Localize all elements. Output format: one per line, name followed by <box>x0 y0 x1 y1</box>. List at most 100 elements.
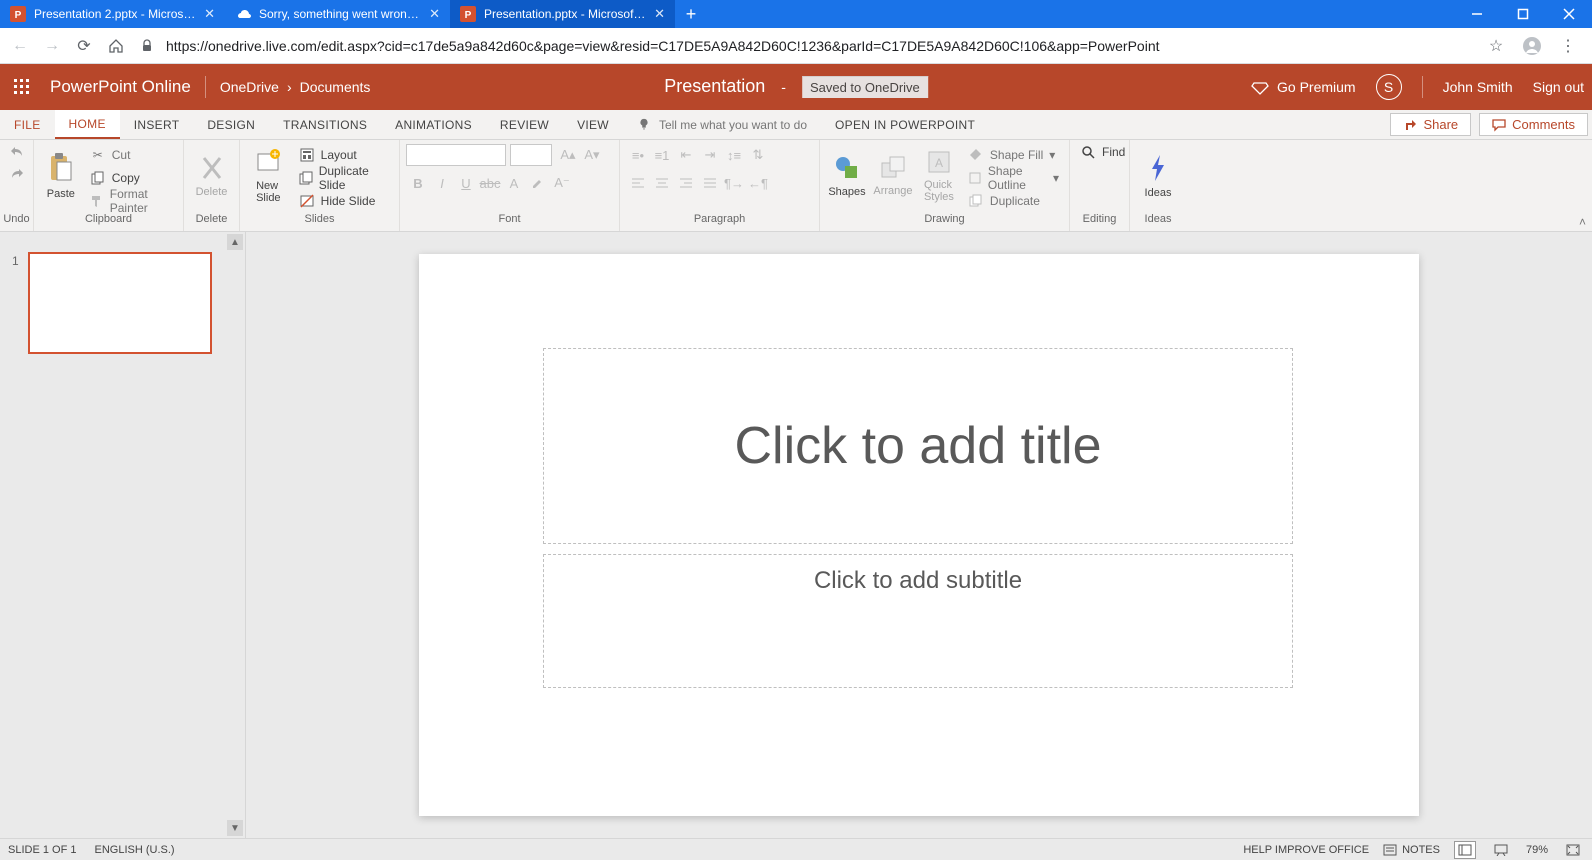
language-button[interactable]: ENGLISH (U.S.) <box>94 844 174 856</box>
align-right-button[interactable] <box>674 172 698 194</box>
back-button[interactable]: ← <box>6 32 34 60</box>
hide-slide-button[interactable]: Hide Slide <box>295 190 393 211</box>
tell-me-search[interactable]: Tell me what you want to do <box>623 110 821 139</box>
shape-outline-button[interactable]: Shape Outline ▾ <box>964 167 1063 188</box>
skype-button[interactable]: S <box>1376 74 1402 100</box>
subtitle-placeholder[interactable]: Click to add subtitle <box>543 554 1293 688</box>
duplicate-slide-button[interactable]: Duplicate Slide <box>295 167 393 188</box>
quick-styles-button[interactable]: A Quick Styles <box>918 144 960 208</box>
tab-animations[interactable]: ANIMATIONS <box>381 110 486 139</box>
help-improve-button[interactable]: HELP IMPROVE OFFICE <box>1243 844 1369 856</box>
ideas-button[interactable]: Ideas <box>1136 144 1180 208</box>
redo-button[interactable] <box>9 166 25 182</box>
app-launcher-button[interactable] <box>8 73 36 101</box>
decrease-indent-button[interactable]: ⇤ <box>674 144 698 166</box>
line-spacing-button[interactable]: ↕≡ <box>722 144 746 166</box>
slide-thumbnail-pane[interactable]: ▲ 1 ▼ <box>0 232 246 838</box>
separator <box>1422 76 1423 98</box>
tab-home[interactable]: HOME <box>55 110 120 139</box>
zoom-level[interactable]: 79% <box>1526 844 1548 856</box>
strikethrough-button[interactable]: abc <box>478 172 502 194</box>
breadcrumb-leaf[interactable]: Documents <box>300 79 371 95</box>
doc-name[interactable]: Presentation <box>664 76 765 97</box>
slide-thumbnail-1[interactable]: 1 <box>28 252 212 354</box>
delete-button[interactable]: Delete <box>190 144 233 208</box>
tab-file[interactable]: FILE <box>0 110 55 139</box>
tab-view[interactable]: VIEW <box>563 110 623 139</box>
go-premium-button[interactable]: Go Premium <box>1251 78 1356 96</box>
align-left-button[interactable] <box>626 172 650 194</box>
tab-label: Presentation 2.pptx - Microsoft P <box>34 7 196 21</box>
paste-button[interactable]: Paste <box>40 144 82 208</box>
justify-button[interactable] <box>698 172 722 194</box>
home-button[interactable] <box>102 32 130 60</box>
highlight-button[interactable] <box>526 172 550 194</box>
collapse-ribbon-button[interactable]: ˄ <box>1579 215 1586 229</box>
font-size-select[interactable] <box>510 144 552 166</box>
scroll-up-button[interactable]: ▲ <box>227 234 243 250</box>
underline-button[interactable]: U <box>454 172 478 194</box>
font-family-select[interactable] <box>406 144 506 166</box>
maximize-button[interactable] <box>1500 0 1546 28</box>
menu-button[interactable]: ⋮ <box>1554 32 1582 60</box>
layout-button[interactable]: Layout <box>295 144 393 165</box>
slideshow-view-button[interactable] <box>1490 841 1512 859</box>
cut-button[interactable]: ✂Cut <box>86 144 177 165</box>
close-icon[interactable]: ✕ <box>429 6 440 22</box>
copy-button[interactable]: Copy <box>86 167 177 188</box>
share-button[interactable]: Share <box>1390 113 1471 136</box>
text-direction-button[interactable]: ⇅ <box>746 144 770 166</box>
shape-fill-button[interactable]: Shape Fill ▾ <box>964 144 1063 165</box>
chevron-right-icon: › <box>287 79 292 95</box>
duplicate-shape-button[interactable]: Duplicate <box>964 190 1063 211</box>
tab-review[interactable]: REVIEW <box>486 110 563 139</box>
shapes-button[interactable]: Shapes <box>826 144 868 208</box>
breadcrumb-root[interactable]: OneDrive <box>220 79 279 95</box>
close-icon[interactable]: ✕ <box>204 6 215 22</box>
browser-tab-2[interactable]: P Presentation.pptx - Microsoft Po ✕ <box>450 0 675 28</box>
minimize-button[interactable] <box>1454 0 1500 28</box>
rtl-button[interactable]: ←¶ <box>746 172 770 194</box>
browser-tab-0[interactable]: P Presentation 2.pptx - Microsoft P ✕ <box>0 0 225 28</box>
scroll-down-button[interactable]: ▼ <box>227 820 243 836</box>
fit-to-window-button[interactable] <box>1562 841 1584 859</box>
browser-tab-1[interactable]: Sorry, something went wrong - O ✕ <box>225 0 450 28</box>
sign-out-button[interactable]: Sign out <box>1533 79 1584 95</box>
increase-indent-button[interactable]: ⇥ <box>698 144 722 166</box>
format-painter-button[interactable]: Format Painter <box>86 190 177 211</box>
slide-counter[interactable]: SLIDE 1 OF 1 <box>8 844 76 856</box>
font-color-button[interactable]: A <box>502 172 526 194</box>
open-in-powerpoint-button[interactable]: OPEN IN POWERPOINT <box>821 110 989 139</box>
clear-format-button[interactable]: A⁻ <box>550 172 574 194</box>
new-slide-button[interactable]: New Slide <box>246 144 291 208</box>
address-bar[interactable]: https://onedrive.live.com/edit.aspx?cid=… <box>140 32 1472 60</box>
bullets-button[interactable]: ≡• <box>626 144 650 166</box>
align-center-button[interactable] <box>650 172 674 194</box>
tab-transitions[interactable]: TRANSITIONS <box>269 110 381 139</box>
svg-text:A: A <box>935 156 943 170</box>
bold-button[interactable]: B <box>406 172 430 194</box>
close-icon[interactable]: ✕ <box>654 6 665 22</box>
normal-view-button[interactable] <box>1454 841 1476 859</box>
forward-button[interactable]: → <box>38 32 66 60</box>
notes-button[interactable]: NOTES <box>1383 844 1440 856</box>
arrange-button[interactable]: Arrange <box>872 144 914 208</box>
shrink-font-button[interactable]: A▾ <box>580 144 604 166</box>
ltr-button[interactable]: ¶→ <box>722 172 746 194</box>
close-window-button[interactable] <box>1546 0 1592 28</box>
tab-insert[interactable]: INSERT <box>120 110 194 139</box>
profile-button[interactable] <box>1518 32 1546 60</box>
user-name[interactable]: John Smith <box>1443 79 1513 95</box>
bookmark-button[interactable]: ☆ <box>1482 32 1510 60</box>
undo-button[interactable] <box>9 144 25 160</box>
tab-design[interactable]: DESIGN <box>193 110 269 139</box>
title-placeholder[interactable]: Click to add title <box>543 348 1293 544</box>
find-button[interactable]: Find <box>1076 144 1129 160</box>
italic-button[interactable]: I <box>430 172 454 194</box>
slide-canvas[interactable]: Click to add title Click to add subtitle <box>246 232 1592 838</box>
new-tab-button[interactable]: + <box>675 0 707 28</box>
comments-button[interactable]: Comments <box>1479 113 1588 136</box>
numbering-button[interactable]: ≡1 <box>650 144 674 166</box>
reload-button[interactable]: ⟳ <box>70 32 98 60</box>
grow-font-button[interactable]: A▴ <box>556 144 580 166</box>
